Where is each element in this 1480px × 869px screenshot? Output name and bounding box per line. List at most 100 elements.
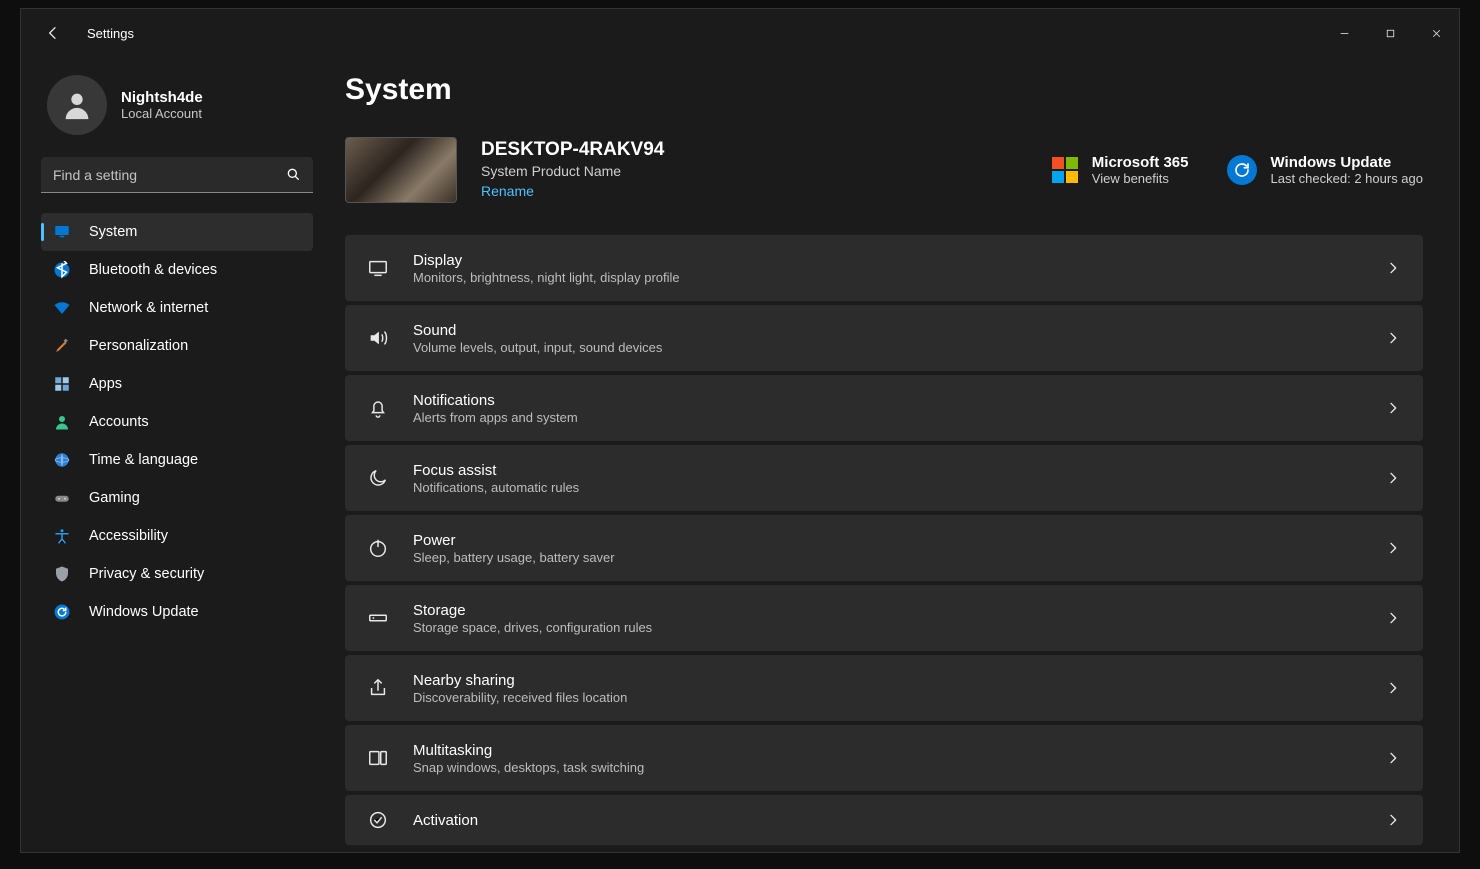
ms365-link[interactable]: Microsoft 365 View benefits — [1052, 154, 1189, 186]
card-subtitle: Alerts from apps and system — [413, 410, 578, 425]
card-title: Power — [413, 532, 615, 549]
sidebar-item-accounts[interactable]: Accounts — [41, 403, 313, 441]
windows-update-link[interactable]: Windows Update Last checked: 2 hours ago — [1227, 154, 1424, 186]
microsoft-logo-icon — [1052, 157, 1078, 183]
card-title: Display — [413, 252, 680, 269]
maximize-button[interactable] — [1367, 16, 1413, 50]
card-title: Notifications — [413, 392, 578, 409]
card-subtitle: Sleep, battery usage, battery saver — [413, 550, 615, 565]
card-focus-assist[interactable]: Focus assistNotifications, automatic rul… — [345, 445, 1423, 511]
chevron-right-icon — [1385, 540, 1401, 556]
main-content: System DESKTOP-4RAKV94 System Product Na… — [327, 57, 1459, 852]
bluetooth-icon — [53, 261, 71, 279]
accessibility-icon — [53, 527, 71, 545]
update-title: Windows Update — [1271, 154, 1424, 171]
sidebar-item-network-internet[interactable]: Network & internet — [41, 289, 313, 327]
sound-icon — [367, 327, 389, 349]
card-multitasking[interactable]: MultitaskingSnap windows, desktops, task… — [345, 725, 1423, 791]
share-icon — [367, 677, 389, 699]
chevron-right-icon — [1385, 260, 1401, 276]
update-icon — [53, 603, 71, 621]
sidebar-item-personalization[interactable]: Personalization — [41, 327, 313, 365]
brush-icon — [53, 337, 71, 355]
activation-icon — [367, 809, 389, 831]
sidebar-item-windows-update[interactable]: Windows Update — [41, 593, 313, 631]
chevron-right-icon — [1385, 750, 1401, 766]
monitor-icon — [53, 223, 71, 241]
sidebar-item-system[interactable]: System — [41, 213, 313, 251]
ms365-sub: View benefits — [1092, 171, 1189, 186]
person-icon — [53, 413, 71, 431]
chevron-right-icon — [1385, 680, 1401, 696]
card-sound[interactable]: SoundVolume levels, output, input, sound… — [345, 305, 1423, 371]
sidebar-item-label: System — [89, 224, 137, 240]
gamepad-icon — [53, 489, 71, 507]
sidebar-item-gaming[interactable]: Gaming — [41, 479, 313, 517]
search-input[interactable] — [41, 157, 313, 193]
sidebar-item-accessibility[interactable]: Accessibility — [41, 517, 313, 555]
app-title: Settings — [87, 26, 134, 41]
apps-icon — [53, 375, 71, 393]
sidebar-item-label: Windows Update — [89, 604, 199, 620]
search-container — [41, 157, 313, 193]
card-display[interactable]: DisplayMonitors, brightness, night light… — [345, 235, 1423, 301]
sidebar: Nightsh4de Local Account System Bluetooth… — [27, 57, 327, 852]
card-subtitle: Storage space, drives, configuration rul… — [413, 620, 652, 635]
card-activation[interactable]: Activation — [345, 795, 1423, 845]
device-name: DESKTOP-4RAKV94 — [481, 139, 664, 161]
sidebar-item-label: Accessibility — [89, 528, 168, 544]
storage-icon — [367, 607, 389, 629]
power-icon — [367, 537, 389, 559]
sidebar-item-time-language[interactable]: Time & language — [41, 441, 313, 479]
multitask-icon — [367, 747, 389, 769]
close-button[interactable] — [1413, 16, 1459, 50]
sidebar-item-label: Apps — [89, 376, 122, 392]
chevron-right-icon — [1385, 812, 1401, 828]
sidebar-item-label: Personalization — [89, 338, 188, 354]
card-subtitle: Discoverability, received files location — [413, 690, 627, 705]
device-row: DESKTOP-4RAKV94 System Product Name Rena… — [345, 137, 1423, 203]
user-profile[interactable]: Nightsh4de Local Account — [41, 75, 313, 135]
sidebar-item-label: Bluetooth & devices — [89, 262, 217, 278]
card-power[interactable]: PowerSleep, battery usage, battery saver — [345, 515, 1423, 581]
sidebar-item-privacy-security[interactable]: Privacy & security — [41, 555, 313, 593]
chevron-right-icon — [1385, 610, 1401, 626]
card-title: Storage — [413, 602, 652, 619]
card-title: Sound — [413, 322, 662, 339]
globe-icon — [53, 451, 71, 469]
avatar — [47, 75, 107, 135]
bell-icon — [367, 397, 389, 419]
card-nearby-sharing[interactable]: Nearby sharingDiscoverability, received … — [345, 655, 1423, 721]
rename-link[interactable]: Rename — [481, 183, 534, 199]
minimize-button[interactable] — [1321, 16, 1367, 50]
card-subtitle: Snap windows, desktops, task switching — [413, 760, 644, 775]
card-notifications[interactable]: NotificationsAlerts from apps and system — [345, 375, 1423, 441]
page-title: System — [345, 73, 1423, 107]
device-thumbnail — [345, 137, 457, 203]
sidebar-item-label: Gaming — [89, 490, 140, 506]
nav-list: System Bluetooth & devices Network & inter… — [41, 213, 313, 631]
update-icon — [1227, 155, 1257, 185]
sidebar-item-label: Network & internet — [89, 300, 208, 316]
card-storage[interactable]: StorageStorage space, drives, configurat… — [345, 585, 1423, 651]
search-icon — [285, 166, 301, 182]
device-product: System Product Name — [481, 163, 664, 179]
titlebar: Settings — [21, 9, 1459, 57]
shield-icon — [53, 565, 71, 583]
card-subtitle: Notifications, automatic rules — [413, 480, 579, 495]
ms365-title: Microsoft 365 — [1092, 154, 1189, 171]
card-title: Activation — [413, 812, 478, 829]
back-button[interactable] — [39, 19, 67, 47]
sidebar-item-apps[interactable]: Apps — [41, 365, 313, 403]
card-title: Nearby sharing — [413, 672, 627, 689]
card-subtitle: Monitors, brightness, night light, displ… — [413, 270, 680, 285]
user-account-type: Local Account — [121, 106, 203, 121]
sidebar-item-label: Time & language — [89, 452, 198, 468]
chevron-right-icon — [1385, 400, 1401, 416]
update-sub: Last checked: 2 hours ago — [1271, 171, 1424, 186]
card-title: Multitasking — [413, 742, 644, 759]
sidebar-item-label: Privacy & security — [89, 566, 204, 582]
chevron-right-icon — [1385, 470, 1401, 486]
sidebar-item-label: Accounts — [89, 414, 149, 430]
sidebar-item-bluetooth-devices[interactable]: Bluetooth & devices — [41, 251, 313, 289]
